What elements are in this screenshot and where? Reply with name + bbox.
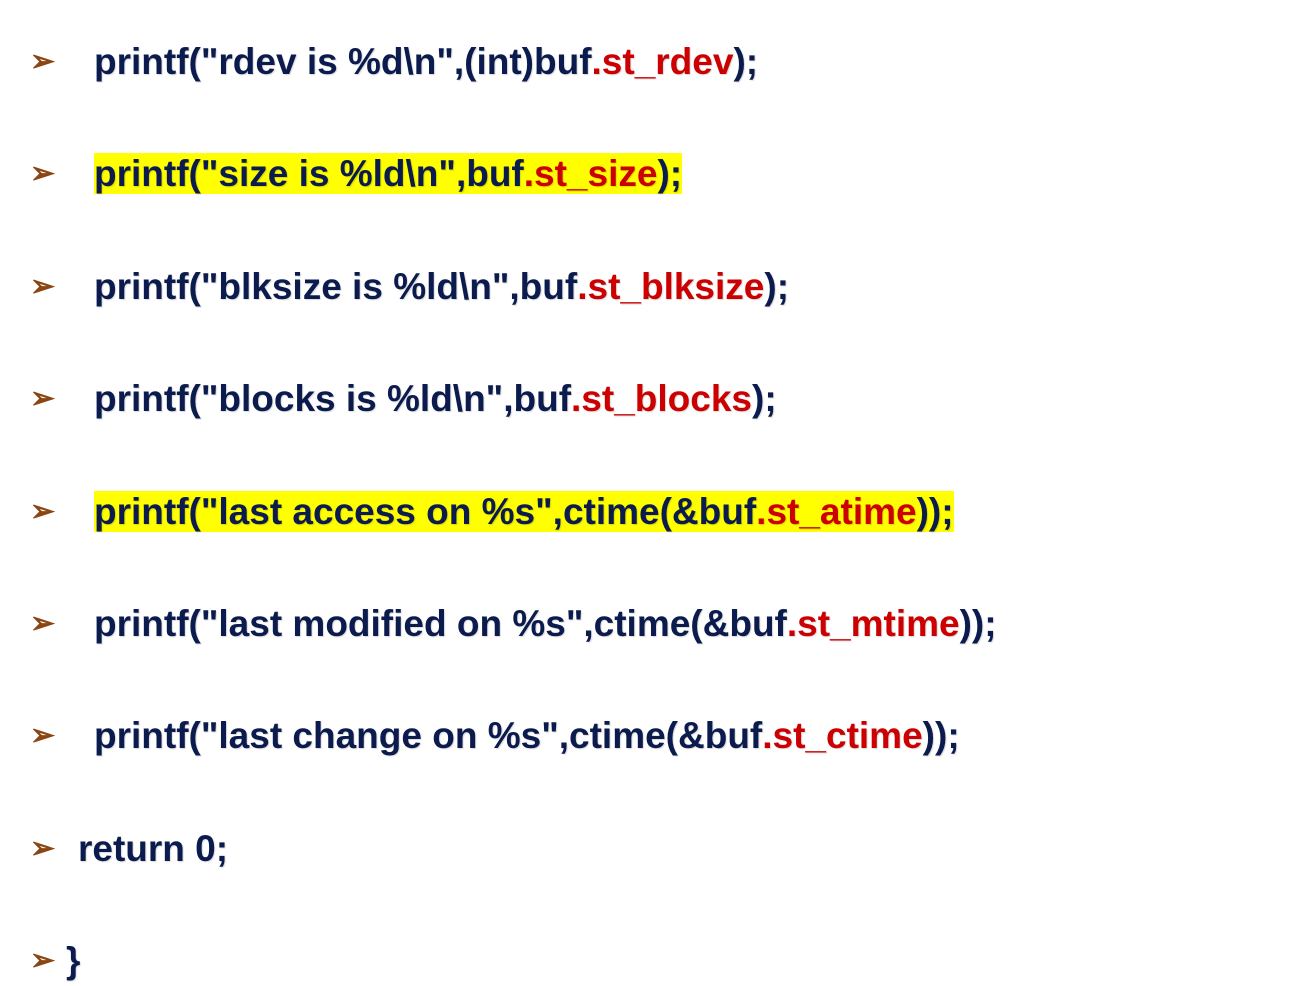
code-content: printf("last access on %s",ctime(&buf.st… <box>94 490 1290 534</box>
code-line-1: ➢ printf("size is %ld\n",buf.st_size); <box>30 152 1290 196</box>
code-line-4: ➢ printf("last access on %s",ctime(&buf.s… <box>30 490 1290 534</box>
code-segment: )); <box>960 603 997 644</box>
code-segment: printf("blocks is %ld\n",buf <box>94 378 571 419</box>
code-segment: .st_mtime <box>787 603 960 644</box>
code-segment: ); <box>764 266 789 307</box>
code-content: printf("blocks is %ld\n",buf.st_blocks); <box>94 377 1290 421</box>
code-text: printf("blocks is %ld\n",buf.st_blocks); <box>94 378 777 419</box>
code-line-2: ➢ printf("blksize is %ld\n",buf.st_blksiz… <box>30 265 1290 309</box>
bullet-icon: ➢ <box>30 943 60 979</box>
bullet-icon: ➢ <box>30 718 60 754</box>
code-segment: )); <box>923 715 960 756</box>
code-text: printf("rdev is %d\n",(int)buf.st_rdev); <box>94 41 758 82</box>
code-segment: printf("blksize is %ld\n",buf <box>94 266 577 307</box>
code-text: printf("last change on %s",ctime(&buf.st… <box>94 715 960 756</box>
code-segment: ); <box>733 41 758 82</box>
code-segment: .st_rdev <box>592 41 734 82</box>
code-segment: } <box>66 940 80 981</box>
code-text: printf("blksize is %ld\n",buf.st_blksize… <box>94 266 789 307</box>
code-line-5: ➢ printf("last modified on %s",ctime(&buf… <box>30 602 1290 646</box>
code-content: printf("last change on %s",ctime(&buf.st… <box>94 714 1290 758</box>
code-segment: printf("last access on %s",ctime(&buf <box>94 491 756 532</box>
code-line-3: ➢ printf("blocks is %ld\n",buf.st_blocks)… <box>30 377 1290 421</box>
code-segment: .st_atime <box>756 491 916 532</box>
code-segment: .st_size <box>524 153 658 194</box>
code-line-7: ➢ return 0; <box>30 827 1290 871</box>
code-line-0: ➢ printf("rdev is %d\n",(int)buf.st_rdev)… <box>30 40 1290 84</box>
code-segment: printf("size is %ld\n",buf <box>94 153 524 194</box>
code-text: printf("last access on %s",ctime(&buf.st… <box>94 491 954 532</box>
code-segment: printf("last change on %s",ctime(&buf <box>94 715 762 756</box>
code-segment: return 0; <box>78 828 228 869</box>
bullet-icon: ➢ <box>30 606 60 642</box>
code-line-6: ➢ printf("last change on %s",ctime(&buf.s… <box>30 714 1290 758</box>
code-segment: .st_ctime <box>762 715 922 756</box>
bullet-icon: ➢ <box>30 831 60 867</box>
bullet-icon: ➢ <box>30 269 60 305</box>
bullet-icon: ➢ <box>30 494 60 530</box>
code-text: printf("last modified on %s",ctime(&buf.… <box>94 603 997 644</box>
slide: ➢ printf("rdev is %d\n",(int)buf.st_rdev)… <box>0 0 1310 986</box>
code-segment: .st_blocks <box>571 378 752 419</box>
code-segment: )); <box>917 491 954 532</box>
bullet-icon: ➢ <box>30 381 60 417</box>
code-content: printf("rdev is %d\n",(int)buf.st_rdev); <box>94 40 1290 84</box>
code-segment: printf("rdev is %d\n",(int)buf <box>94 41 592 82</box>
code-content: return 0; <box>78 827 1290 871</box>
code-content: } <box>66 939 1290 983</box>
bullet-icon: ➢ <box>30 44 60 80</box>
code-content: printf("last modified on %s",ctime(&buf.… <box>94 602 1290 646</box>
code-segment: printf("last modified on %s",ctime(&buf <box>94 603 787 644</box>
code-content: printf("size is %ld\n",buf.st_size); <box>94 152 1290 196</box>
code-segment: ); <box>657 153 682 194</box>
code-text: return 0; <box>78 828 228 869</box>
code-line-8: ➢} <box>30 939 1290 983</box>
code-text: } <box>66 940 80 981</box>
code-text: printf("size is %ld\n",buf.st_size); <box>94 153 682 194</box>
code-segment: .st_blksize <box>577 266 764 307</box>
bullet-icon: ➢ <box>30 156 60 192</box>
code-segment: ); <box>752 378 777 419</box>
code-content: printf("blksize is %ld\n",buf.st_blksize… <box>94 265 1290 309</box>
